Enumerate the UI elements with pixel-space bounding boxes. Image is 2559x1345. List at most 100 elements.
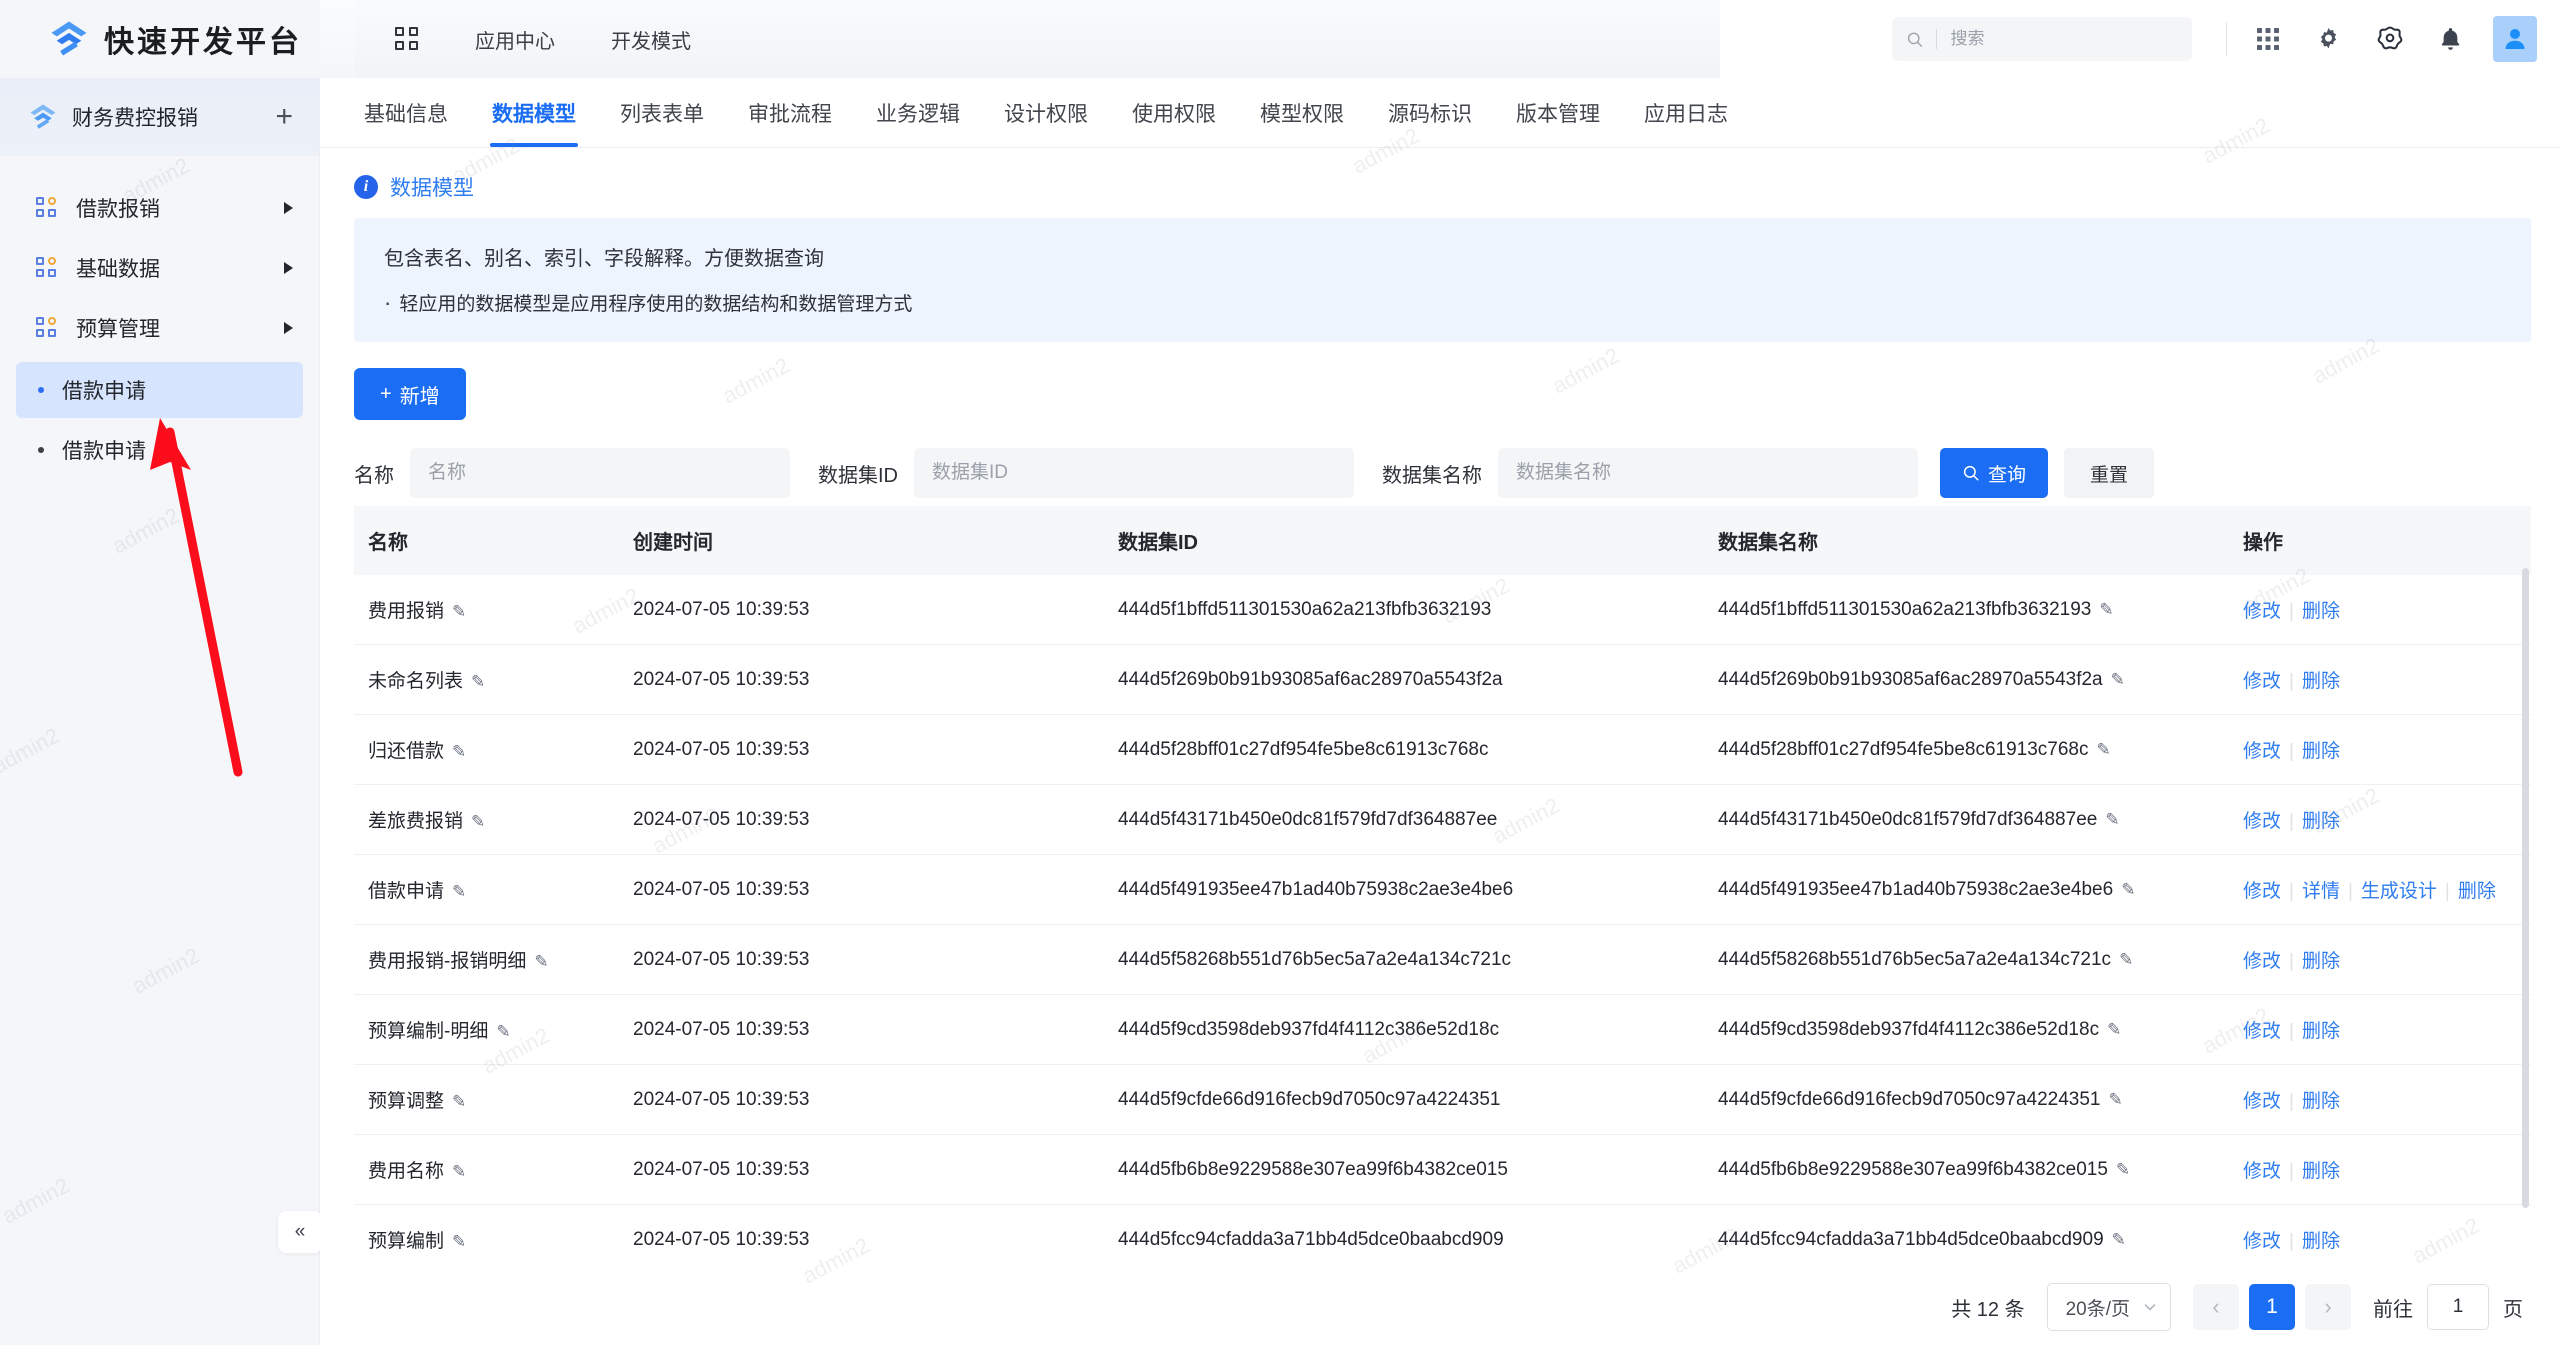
reset-button[interactable]: 重置 bbox=[2064, 448, 2155, 498]
pagination-prev-button[interactable]: ‹ bbox=[2193, 1284, 2239, 1330]
watermark-text: admin2 bbox=[0, 722, 64, 779]
cell-name: 差旅费报销 ✎ bbox=[354, 784, 619, 855]
tab-data-model[interactable]: 数据模型 bbox=[470, 78, 598, 147]
filter-dataset-id-input[interactable] bbox=[914, 448, 1354, 498]
topnav-link-app-center[interactable]: 应用中心 bbox=[475, 25, 555, 54]
pagination-next-button[interactable]: › bbox=[2305, 1284, 2351, 1330]
tab-basic-info[interactable]: 基础信息 bbox=[342, 78, 470, 147]
sidebar-collapse-button[interactable]: « bbox=[278, 1211, 322, 1253]
pencil-icon[interactable]: ✎ bbox=[2108, 1090, 2122, 1110]
op-link-1[interactable]: 修改 bbox=[2243, 811, 2281, 832]
op-link-1[interactable]: 修改 bbox=[2243, 601, 2281, 622]
pencil-icon[interactable]: ✎ bbox=[2097, 740, 2111, 760]
op-link-2[interactable]: 删除 bbox=[2302, 1231, 2340, 1252]
sidebar-item-budget-manage[interactable]: 预算管理 bbox=[0, 298, 319, 358]
pencil-icon[interactable]: ✎ bbox=[452, 742, 466, 762]
top-bar-right bbox=[1720, 0, 2559, 78]
pencil-icon[interactable]: ✎ bbox=[452, 602, 466, 622]
pencil-icon[interactable]: ✎ bbox=[2112, 1230, 2126, 1250]
tab-business-logic[interactable]: 业务逻辑 bbox=[854, 78, 982, 147]
tab-app-log[interactable]: 应用日志 bbox=[1622, 78, 1750, 147]
tab-design-perm[interactable]: 设计权限 bbox=[982, 78, 1110, 147]
pencil-icon[interactable]: ✎ bbox=[2119, 950, 2133, 970]
filter-dataset-name-input[interactable] bbox=[1498, 448, 1918, 498]
pencil-icon[interactable]: ✎ bbox=[534, 952, 548, 972]
tab-list-form[interactable]: 列表表单 bbox=[598, 78, 726, 147]
pencil-icon[interactable]: ✎ bbox=[2105, 810, 2119, 830]
op-link-1[interactable]: 修改 bbox=[2243, 671, 2281, 692]
op-link-2[interactable]: 删除 bbox=[2302, 811, 2340, 832]
row-name-text: 费用报销 bbox=[368, 601, 445, 622]
add-app-button[interactable]: + bbox=[271, 102, 297, 132]
search-button[interactable]: 查询 bbox=[1940, 448, 2049, 498]
op-link-2[interactable]: 删除 bbox=[2302, 1161, 2340, 1182]
sidebar-item-loan-reimburse[interactable]: 借款报销 bbox=[0, 178, 319, 238]
pencil-icon[interactable]: ✎ bbox=[2111, 670, 2125, 690]
cell-created-time: 2024-07-05 10:39:53 bbox=[619, 1204, 1104, 1269]
tab-source-id[interactable]: 源码标识 bbox=[1366, 78, 1494, 147]
chevron-right-icon bbox=[284, 262, 293, 274]
op-link-2[interactable]: 删除 bbox=[2302, 1091, 2340, 1112]
filter-name-input[interactable] bbox=[410, 448, 790, 498]
op-link-1[interactable]: 修改 bbox=[2243, 1021, 2281, 1042]
tab-usage-perm[interactable]: 使用权限 bbox=[1110, 78, 1238, 147]
pagination-goto-input[interactable] bbox=[2427, 1284, 2489, 1330]
sidebar-subitem-loan-application[interactable]: 借款申请 bbox=[16, 422, 303, 478]
cell-name: 预算调整 ✎ bbox=[354, 1064, 619, 1135]
op-link-3[interactable]: 生成设计 bbox=[2361, 881, 2437, 902]
row-name-text: 未命名列表 bbox=[368, 671, 464, 692]
op-link-1[interactable]: 修改 bbox=[2243, 881, 2281, 902]
op-link-1[interactable]: 修改 bbox=[2243, 1231, 2281, 1252]
pencil-icon[interactable]: ✎ bbox=[471, 812, 485, 832]
apps-grid-icon[interactable] bbox=[395, 27, 419, 51]
pencil-icon[interactable]: ✎ bbox=[452, 1162, 466, 1182]
tab-version-manage[interactable]: 版本管理 bbox=[1494, 78, 1622, 147]
pencil-icon[interactable]: ✎ bbox=[452, 1092, 466, 1112]
table-row: 费用报销 ✎ 2024-07-05 10:39:53 444d5f1bffd51130… bbox=[354, 575, 2531, 645]
pencil-icon[interactable]: ✎ bbox=[2099, 600, 2113, 620]
op-link-2[interactable]: 删除 bbox=[2302, 951, 2340, 972]
tab-approval-flow[interactable]: 审批流程 bbox=[726, 78, 854, 147]
op-link-2[interactable]: 删除 bbox=[2302, 601, 2340, 622]
pencil-icon[interactable]: ✎ bbox=[2121, 880, 2135, 900]
sidebar-item-base-data[interactable]: 基础数据 bbox=[0, 238, 319, 298]
settings-flower-icon[interactable] bbox=[2376, 25, 2404, 53]
op-link-1[interactable]: 修改 bbox=[2243, 741, 2281, 762]
add-button[interactable]: + 新增 bbox=[354, 368, 466, 420]
user-avatar-button[interactable] bbox=[2493, 16, 2537, 62]
pencil-icon[interactable]: ✎ bbox=[452, 882, 466, 902]
op-link-2[interactable]: 删除 bbox=[2302, 1021, 2340, 1042]
col-header-dataset-id: 数据集ID bbox=[1104, 506, 1704, 575]
op-link-4[interactable]: 删除 bbox=[2458, 881, 2496, 902]
op-link-2[interactable]: 删除 bbox=[2302, 741, 2340, 762]
bell-icon[interactable] bbox=[2438, 26, 2463, 53]
cell-dataset-id: 444d5f1bffd511301530a62a213fbfb3632193 bbox=[1104, 575, 1704, 645]
cell-created-time: 2024-07-05 10:39:53 bbox=[619, 1134, 1104, 1205]
pagination-page-1[interactable]: 1 bbox=[2249, 1284, 2295, 1330]
pagination-buttons: ‹ 1 › bbox=[2193, 1284, 2351, 1330]
cell-dataset-name: 444d5f9cfde66d916fecb9d7050c97a4224351 ✎ bbox=[1704, 1064, 2229, 1135]
add-button-label: 新增 bbox=[399, 385, 440, 408]
sidebar-subitem-loan-application-active[interactable]: 借款申请 bbox=[16, 362, 303, 418]
op-link-1[interactable]: 修改 bbox=[2243, 1161, 2281, 1182]
global-search-box[interactable] bbox=[1892, 17, 2192, 61]
pencil-icon[interactable]: ✎ bbox=[496, 1022, 510, 1042]
apps-grid-icon[interactable] bbox=[2255, 26, 2281, 52]
op-link-1[interactable]: 修改 bbox=[2243, 951, 2281, 972]
page-size-select[interactable]: 20条/页 bbox=[2046, 1283, 2171, 1331]
tab-model-perm[interactable]: 模型权限 bbox=[1238, 78, 1366, 147]
pencil-icon[interactable]: ✎ bbox=[2116, 1160, 2130, 1180]
pencil-icon[interactable]: ✎ bbox=[471, 672, 485, 692]
toolbar-divider bbox=[2226, 22, 2227, 56]
op-link-1[interactable]: 修改 bbox=[2243, 1091, 2281, 1112]
topnav-link-dev-mode[interactable]: 开发模式 bbox=[611, 25, 691, 54]
cell-operations: 修改 | 删除 bbox=[2229, 994, 2531, 1065]
table-vertical-scrollbar[interactable] bbox=[2522, 568, 2529, 1208]
sidebar-app-title: 财务费控报销 bbox=[72, 107, 198, 130]
op-link-2[interactable]: 删除 bbox=[2302, 671, 2340, 692]
global-search-input[interactable] bbox=[1948, 28, 2178, 50]
gear-icon[interactable] bbox=[2315, 26, 2342, 53]
pencil-icon[interactable]: ✎ bbox=[2107, 1020, 2121, 1040]
pencil-icon[interactable]: ✎ bbox=[452, 1232, 466, 1252]
op-link-2[interactable]: 详情 bbox=[2302, 881, 2340, 902]
